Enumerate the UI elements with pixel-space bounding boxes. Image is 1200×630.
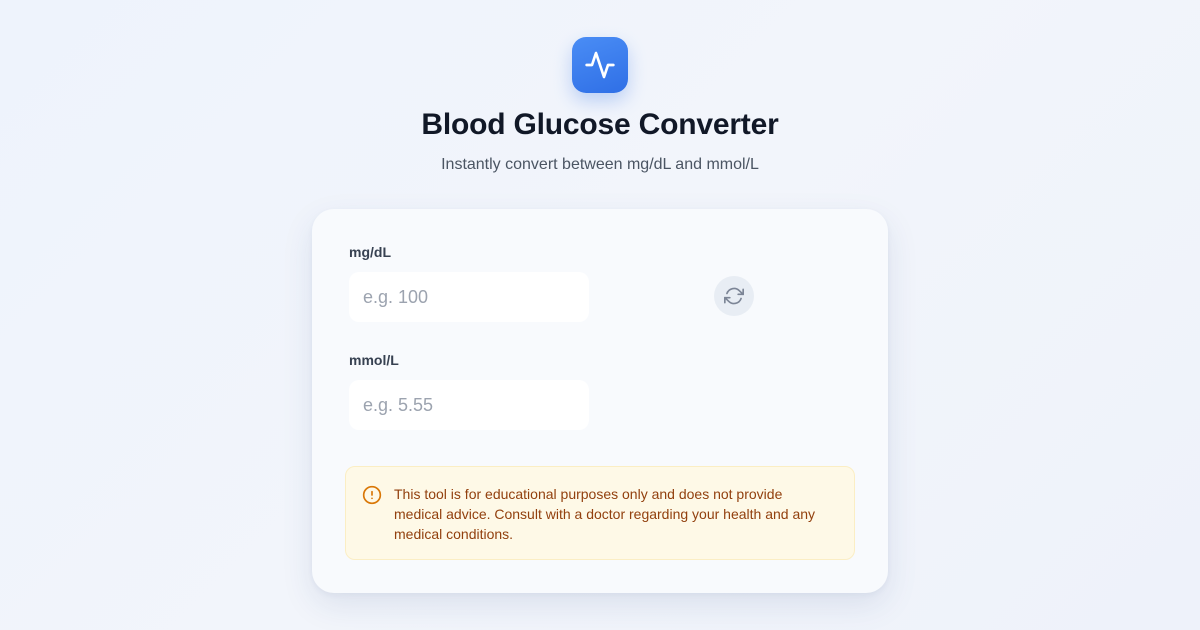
page-subtitle: Instantly convert between mg/dL and mmol… [441, 156, 759, 173]
swap-button[interactable] [714, 276, 754, 316]
refresh-icon [724, 287, 744, 305]
disclaimer-box: This tool is for educational purposes on… [345, 466, 855, 560]
disclaimer-text: This tool is for educational purposes on… [394, 486, 816, 542]
mmol-label: mmol/L [349, 352, 399, 368]
mgdl-label: mg/dL [349, 244, 391, 260]
app-logo [572, 37, 628, 93]
page-title: Blood Glucose Converter [421, 108, 779, 141]
activity-pulse-icon [585, 51, 615, 79]
mmol-input[interactable] [349, 380, 589, 430]
alert-circle-icon [362, 485, 382, 505]
mgdl-input[interactable] [349, 272, 589, 322]
converter-card: mg/dL mmol/L This tool is for educationa… [312, 209, 888, 593]
